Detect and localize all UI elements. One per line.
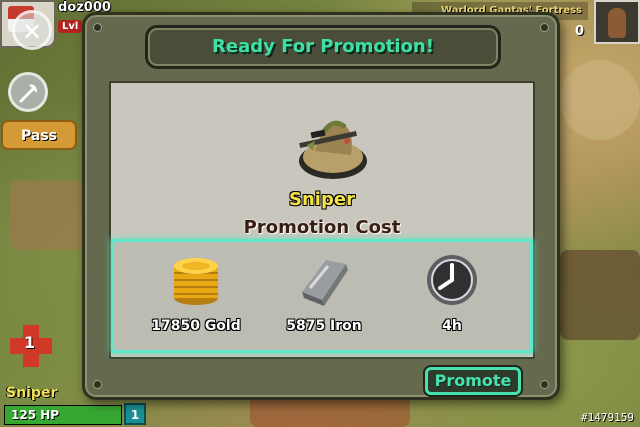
pass-button[interactable]: Pass <box>1 120 77 150</box>
gold-coins-icon <box>174 258 218 305</box>
promote-button[interactable]: Promote <box>425 367 521 395</box>
axe-icon <box>19 84 37 103</box>
promotion-cost-panel: 17850 Gold 5875 Iron 4h <box>111 239 533 353</box>
rivet <box>93 23 102 32</box>
cost-time: 4h <box>382 242 522 350</box>
fortress-counter: 0 <box>574 24 584 39</box>
promotion-dialog: Ready For Promotion! Sniper Promotion Co… <box>82 12 560 400</box>
iron-ingot-icon <box>302 260 348 306</box>
clock-icon <box>427 255 477 305</box>
medkit-count: 1 <box>24 333 36 352</box>
unit-hp-bar: 125 HP <box>4 405 122 425</box>
iron-cost: 5875 Iron <box>286 318 362 334</box>
rivet <box>93 380 102 389</box>
axe-tool-button[interactable] <box>8 72 48 112</box>
map-terrain <box>560 250 640 340</box>
close-icon[interactable]: ✕ <box>12 10 52 50</box>
player-level-badge: Lvl <box>58 20 83 33</box>
sniper-unit-icon <box>299 120 367 179</box>
unit-name-label: Sniper <box>289 189 355 210</box>
map-terrain <box>560 60 640 140</box>
enemy-warlord-avatar[interactable] <box>594 0 640 44</box>
gold-cost: 17850 Gold <box>151 318 241 334</box>
selected-unit-name: Sniper <box>6 385 58 401</box>
dialog-body: Sniper Promotion Cost 17850 Gold 5875 Ir… <box>109 81 535 359</box>
time-cost: 4h <box>442 318 462 334</box>
rivet <box>540 23 549 32</box>
unit-rank-badge: 1 <box>124 403 146 425</box>
dialog-title: Ready For Promotion! <box>212 36 434 57</box>
warlord-figure-icon <box>608 8 626 38</box>
cost-iron: 5875 Iron <box>254 242 394 350</box>
promotion-cost-heading: Promotion Cost <box>243 217 401 238</box>
unit-hp-text: 125 HP <box>11 408 60 422</box>
dialog-title-plate: Ready For Promotion! <box>145 25 501 69</box>
watermark: #1479159 <box>581 411 634 424</box>
cost-gold: 17850 Gold <box>126 242 266 350</box>
rivet <box>540 380 549 389</box>
